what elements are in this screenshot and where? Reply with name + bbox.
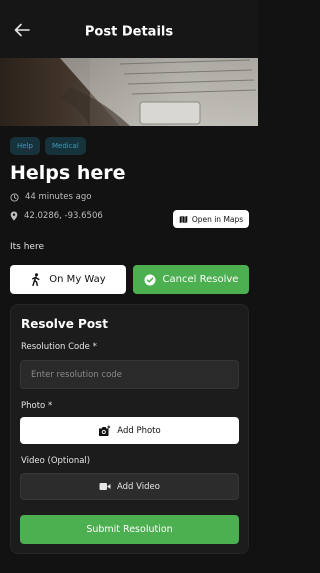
resolution-code-label: Resolution Code * — [21, 342, 97, 352]
post-title: Helps here — [10, 162, 126, 184]
add-video-label: Add Video — [117, 481, 160, 492]
on-my-way-button[interactable]: On My Way — [10, 265, 126, 294]
tag-medical[interactable]: Medical — [44, 137, 86, 155]
tag-help[interactable]: Help — [10, 137, 40, 155]
time-ago: 44 minutes ago — [25, 192, 92, 202]
resolve-post-card: Resolve Post Resolution Code * Photo * A… — [10, 304, 249, 554]
check-circle-icon — [144, 274, 156, 285]
coordinates: 42.0286, -93.6506 — [24, 211, 103, 221]
location-pin-icon — [10, 211, 18, 221]
resolve-post-title: Resolve Post — [21, 317, 108, 331]
cancel-resolve-button[interactable]: Cancel Resolve — [133, 265, 249, 294]
clock-icon — [10, 192, 19, 202]
open-in-maps-button[interactable]: Open in Maps — [173, 210, 249, 228]
app-bar: Post Details — [0, 0, 258, 58]
cancel-resolve-label: Cancel Resolve — [162, 274, 239, 285]
resolution-code-input[interactable] — [20, 360, 239, 389]
open-in-maps-label: Open in Maps — [191, 214, 244, 224]
add-photo-button[interactable]: Add Photo — [20, 417, 239, 444]
time-row: 44 minutes ago — [10, 192, 91, 202]
submit-resolution-label: Submit Resolution — [86, 524, 173, 535]
tag-list: Help Medical — [10, 137, 86, 155]
video-camera-icon — [99, 483, 111, 490]
add-video-button[interactable]: Add Video — [20, 473, 239, 500]
submit-resolution-button[interactable]: Submit Resolution — [20, 515, 239, 544]
photo-label: Photo * — [21, 401, 53, 411]
add-photo-icon — [99, 425, 111, 436]
post-body: Its here — [10, 242, 45, 252]
add-photo-label: Add Photo — [117, 425, 161, 436]
walking-icon — [32, 273, 40, 286]
location-row: 42.0286, -93.6506 — [10, 211, 103, 221]
map-icon — [179, 215, 188, 223]
page-title: Post Details — [84, 24, 174, 40]
post-image — [0, 58, 258, 126]
video-label: Video (Optional) — [21, 456, 91, 466]
on-my-way-label: On My Way — [49, 274, 106, 285]
